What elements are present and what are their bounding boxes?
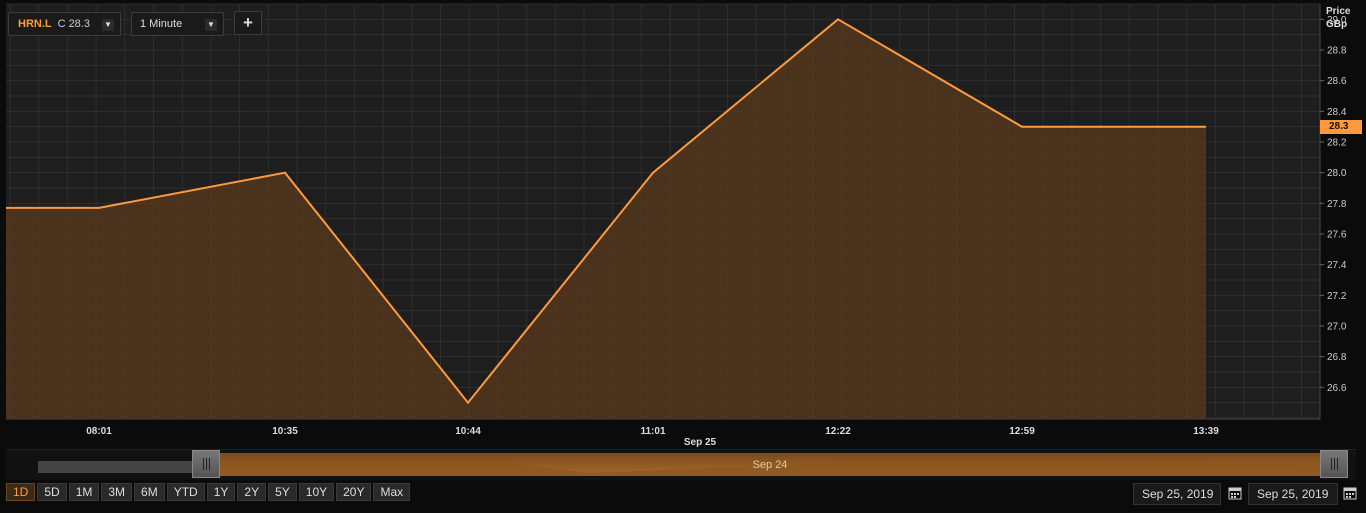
y-tick-label: 28.2 <box>1327 138 1347 149</box>
y-tick-label: 26.8 <box>1327 352 1347 363</box>
y-tick-label: 27.0 <box>1327 322 1347 333</box>
y-tick-label: 28.6 <box>1327 76 1347 87</box>
close-label: C <box>57 18 66 30</box>
range-button-20y[interactable]: 20Y <box>336 483 372 501</box>
y-tick-label: 28.4 <box>1327 107 1347 118</box>
range-button-3m[interactable]: 3M <box>101 483 133 501</box>
x-tick-label: 10:44 <box>455 426 481 437</box>
y-tick-label: 28.8 <box>1327 46 1347 57</box>
y-tick-label: 26.6 <box>1327 383 1347 394</box>
x-tick-label: 11:01 <box>640 426 665 437</box>
range-button-1d[interactable]: 1D <box>6 483 36 501</box>
calendar-icon[interactable] <box>1343 486 1357 500</box>
date-from-field[interactable]: Sep 25, 2019 <box>1133 483 1221 505</box>
symbol-text: HRN.L <box>18 18 52 30</box>
y-tick-label: 28.0 <box>1327 168 1347 179</box>
y-tick-label: 27.2 <box>1327 291 1347 302</box>
navigator-right-handle[interactable] <box>1320 450 1348 478</box>
y-axis-title-price: Price <box>1326 6 1351 17</box>
close-value: 28.3 <box>68 18 90 30</box>
range-button-5y[interactable]: 5Y <box>268 483 297 501</box>
add-series-button[interactable]: + <box>234 11 262 35</box>
x-date-label: Sep 25 <box>684 437 717 448</box>
range-button-6m[interactable]: 6M <box>134 483 165 501</box>
navigator-selected-range[interactable]: Sep 24 <box>220 453 1320 476</box>
interval-text: 1 Minute <box>140 18 183 30</box>
chevron-down-icon[interactable]: ▼ <box>102 19 114 31</box>
range-button-max[interactable]: Max <box>373 483 411 501</box>
date-to-field[interactable]: Sep 25, 2019 <box>1248 483 1338 505</box>
x-tick-label: 12:22 <box>825 426 851 437</box>
range-button-10y[interactable]: 10Y <box>298 483 335 501</box>
x-axis-ticks: 08:01 10:35 10:44 11:01 Sep 25 12:22 12:59 13:3… <box>86 426 1219 448</box>
range-button-5d[interactable]: 5D <box>37 483 67 501</box>
range-button-ytd[interactable]: YTD <box>166 483 205 501</box>
chart-app: 26.6 26.8 27.0 27.2 27.4 27.6 27.8 28.0 28.2 28.4… <box>0 0 1366 513</box>
last-price-tag: 28.3 <box>1320 119 1362 134</box>
price-chart[interactable]: 26.6 26.8 27.0 27.2 27.4 27.6 27.8 28.0 28.2 28.4… <box>0 0 1366 448</box>
navigator-left-handle[interactable] <box>192 450 220 478</box>
y-axis-title: Price GBp <box>1326 5 1350 31</box>
y-tick-label: 27.6 <box>1327 230 1347 241</box>
symbol-selector[interactable]: HRN.L C 28.3 ▼ <box>8 12 121 36</box>
x-tick-label: 08:01 <box>86 426 112 437</box>
range-button-1y[interactable]: 1Y <box>206 483 236 501</box>
calendar-icon[interactable] <box>1228 486 1242 500</box>
range-buttons: 1D 5D 1M 3M 6M YTD 1Y 2Y 5Y 10Y 20Y Max <box>6 483 411 501</box>
y-tick-label: 27.8 <box>1327 199 1347 210</box>
x-tick-label: 12:59 <box>1009 426 1035 437</box>
y-axis-ticks: 26.6 26.8 27.0 27.2 27.4 27.6 27.8 28.0 28.2 28.4… <box>1320 15 1347 394</box>
navigator-unselected-range <box>38 461 198 473</box>
x-tick-label: 13:39 <box>1193 426 1219 437</box>
interval-selector[interactable]: 1 Minute ▼ <box>131 12 224 36</box>
range-button-2y[interactable]: 2Y <box>237 483 267 501</box>
x-tick-label: 10:35 <box>272 426 298 437</box>
time-navigator[interactable]: Sep 24 <box>6 449 1356 480</box>
y-tick-label: 27.4 <box>1327 260 1347 271</box>
range-button-1m[interactable]: 1M <box>68 483 100 501</box>
y-axis-title-unit: GBp <box>1326 19 1348 30</box>
navigator-date-label: Sep 24 <box>752 459 788 471</box>
chevron-down-icon[interactable]: ▼ <box>205 19 217 31</box>
